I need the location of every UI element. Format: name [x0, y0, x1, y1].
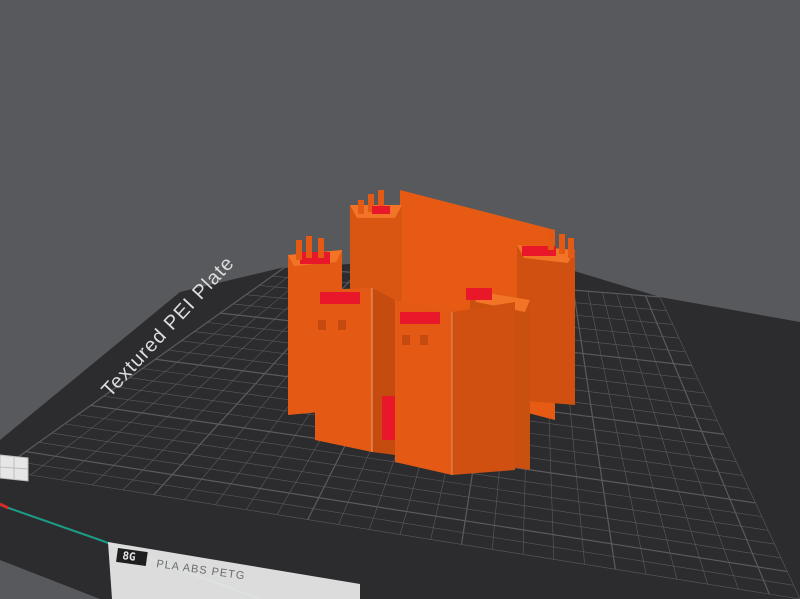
scene-canvas[interactable]: 8G PLA ABS PETG Textured PEI Plate [0, 0, 800, 599]
3d-viewport[interactable]: 8G PLA ABS PETG Textured PEI Plate [0, 0, 800, 599]
castle-tower-front-right [395, 300, 452, 475]
plate-badge-logo: 8G [122, 549, 137, 564]
castle-tower-front-left [315, 288, 372, 452]
castle-gate[interactable] [382, 396, 396, 440]
